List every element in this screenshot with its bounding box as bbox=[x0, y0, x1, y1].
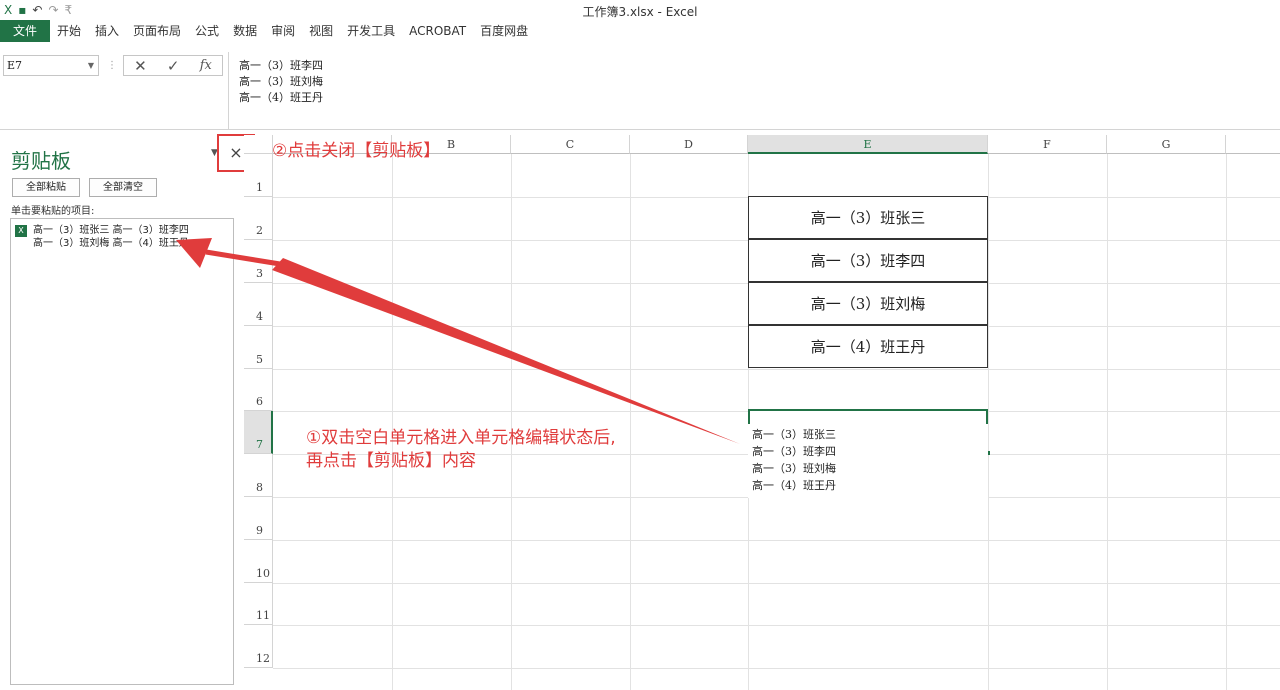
formula-line: 高一（3）班李四 bbox=[239, 59, 323, 72]
name-box-value: E7 bbox=[7, 59, 23, 72]
clipboard-title: 剪贴板 bbox=[11, 149, 71, 173]
row-header[interactable]: 1 bbox=[244, 154, 273, 197]
grid-line bbox=[392, 154, 393, 690]
column-header[interactable]: C bbox=[511, 135, 630, 154]
grid-line bbox=[988, 154, 989, 690]
edit-line: 高一（3）班刘梅 bbox=[752, 462, 836, 475]
grid-line bbox=[630, 154, 631, 690]
edit-line: 高一（3）班张三 bbox=[752, 428, 836, 441]
column-header[interactable]: D bbox=[630, 135, 748, 154]
grid-line bbox=[273, 625, 1280, 626]
grid-line bbox=[1107, 154, 1108, 690]
column-header[interactable]: E bbox=[748, 135, 988, 154]
row-header[interactable]: 7 bbox=[244, 411, 273, 454]
tab-formulas[interactable]: 公式 bbox=[188, 20, 226, 42]
grid-line bbox=[273, 540, 1280, 541]
tab-baidu-netdisk[interactable]: 百度网盘 bbox=[473, 20, 535, 42]
cell-e2[interactable]: 高一（3）班张三 bbox=[748, 196, 988, 239]
clipboard-item-line: 高一（3）班张三 高一（3）班李四 bbox=[33, 225, 189, 236]
excel-item-icon: X bbox=[15, 225, 27, 237]
clipboard-list: X 高一（3）班张三 高一（3）班李四 高一（3）班刘梅 高一（4）班王丹 bbox=[10, 218, 234, 685]
formula-bar-grip-icon: ⋮ bbox=[107, 60, 117, 71]
tab-home[interactable]: 开始 bbox=[50, 20, 88, 42]
row-header[interactable]: 9 bbox=[244, 497, 273, 540]
cell-e3[interactable]: 高一（3）班李四 bbox=[748, 239, 988, 282]
row-header[interactable]: 2 bbox=[244, 197, 273, 240]
tab-review[interactable]: 审阅 bbox=[264, 20, 302, 42]
annotation-step2: ②点击关闭【剪贴板】 bbox=[272, 141, 441, 161]
tab-view[interactable]: 视图 bbox=[302, 20, 340, 42]
cell-e4[interactable]: 高一（3）班刘梅 bbox=[748, 282, 988, 325]
column-header[interactable]: F bbox=[988, 135, 1107, 154]
row-header[interactable]: 6 bbox=[244, 369, 273, 411]
worksheet-grid[interactable]: B C D E F G 1 2 3 4 5 6 7 8 9 10 11 12 高… bbox=[244, 135, 1280, 690]
tab-insert[interactable]: 插入 bbox=[88, 20, 126, 42]
row-header[interactable]: 10 bbox=[244, 540, 273, 583]
tab-developer[interactable]: 开发工具 bbox=[340, 20, 402, 42]
paste-all-button[interactable]: 全部粘贴 bbox=[12, 178, 80, 197]
formula-line: 高一（4）班王丹 bbox=[239, 91, 323, 104]
insert-function-icon[interactable]: fx bbox=[200, 58, 212, 73]
row-header[interactable]: 5 bbox=[244, 326, 273, 369]
grid-line bbox=[273, 583, 1280, 584]
column-header[interactable]: G bbox=[1107, 135, 1226, 154]
grid-line bbox=[273, 668, 1280, 669]
cell-e5[interactable]: 高一（4）班王丹 bbox=[748, 325, 988, 368]
cancel-icon[interactable]: ✕ bbox=[134, 57, 147, 75]
annotation-step1: ①双击空白单元格进入单元格编辑状态后, 再点击【剪贴板】内容 bbox=[306, 427, 616, 473]
clipboard-item-line: 高一（3）班刘梅 高一（4）班王丹 bbox=[33, 238, 189, 249]
row-header[interactable]: 3 bbox=[244, 240, 273, 283]
row-header[interactable]: 12 bbox=[244, 625, 273, 668]
tab-page-layout[interactable]: 页面布局 bbox=[126, 20, 188, 42]
row-header[interactable]: 8 bbox=[244, 454, 273, 497]
row-header[interactable]: 11 bbox=[244, 583, 273, 625]
edit-line: 高一（3）班李四 bbox=[752, 445, 836, 458]
formula-bar: E7 ▼ ⋮ ✕ ✓ fx 高一（3）班李四 高一（3）班刘梅 高一（4）班王丹 bbox=[0, 52, 1280, 130]
tab-file[interactable]: 文件 bbox=[0, 20, 50, 42]
formula-line: 高一（3）班刘梅 bbox=[239, 75, 323, 88]
select-all-corner[interactable] bbox=[244, 135, 273, 154]
grid-line bbox=[273, 369, 1280, 370]
enter-icon[interactable]: ✓ bbox=[167, 57, 180, 75]
grid-line bbox=[511, 154, 512, 690]
window-title: 工作簿3.xlsx - Excel bbox=[582, 5, 698, 19]
annotation-line: 再点击【剪贴板】内容 bbox=[306, 451, 476, 471]
formula-buttons: ✕ ✓ fx bbox=[123, 55, 223, 76]
ribbon-tabs: 文件 开始 插入 页面布局 公式 数据 审阅 视图 开发工具 ACROBAT 百… bbox=[0, 20, 535, 42]
cell-edit-text[interactable]: 高一（3）班张三 高一（3）班李四 高一（3）班刘梅 高一（4）班王丹 bbox=[748, 424, 988, 498]
clipboard-hint: 单击要粘贴的项目: bbox=[11, 206, 95, 217]
tab-data[interactable]: 数据 bbox=[226, 20, 264, 42]
clipboard-item[interactable]: X 高一（3）班张三 高一（3）班李四 高一（3）班刘梅 高一（4）班王丹 bbox=[15, 224, 215, 250]
tab-acrobat[interactable]: ACROBAT bbox=[402, 20, 473, 42]
title-bar: X ▪ ↶ ↷ ₹ 工作簿3.xlsx - Excel bbox=[0, 0, 1280, 20]
chevron-down-icon[interactable]: ▼ bbox=[88, 56, 94, 75]
annotation-line: ①双击空白单元格进入单元格编辑状态后, bbox=[306, 428, 616, 448]
grid-line bbox=[1226, 154, 1227, 690]
clear-all-button[interactable]: 全部清空 bbox=[89, 178, 157, 197]
clipboard-pane: 剪贴板 ▼ × 全部粘贴 全部清空 单击要粘贴的项目: X 高一（3）班张三 高… bbox=[0, 131, 255, 690]
formula-input[interactable]: 高一（3）班李四 高一（3）班刘梅 高一（4）班王丹 bbox=[228, 52, 1280, 130]
row-header[interactable]: 4 bbox=[244, 283, 273, 326]
column-header[interactable] bbox=[1226, 135, 1280, 154]
edit-line: 高一（4）班王丹 bbox=[752, 479, 836, 492]
name-box[interactable]: E7 ▼ bbox=[3, 55, 99, 76]
